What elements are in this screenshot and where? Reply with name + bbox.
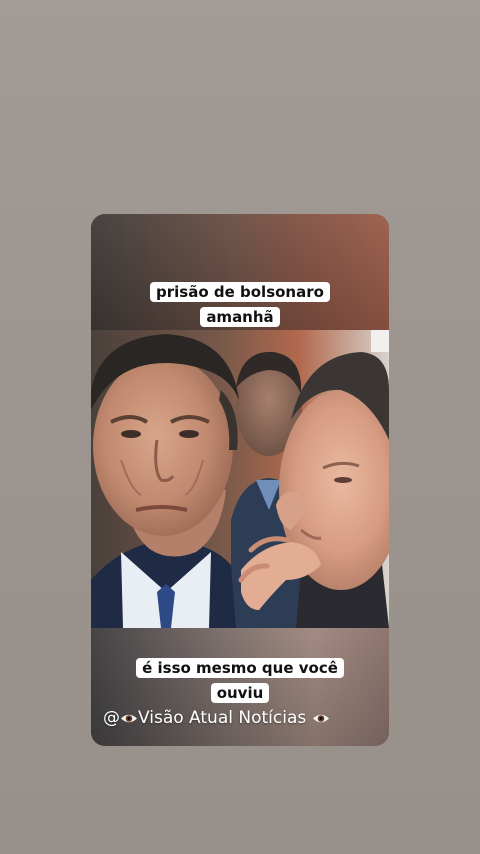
story-card[interactable]: prisão de bolsonaro amanhã é isso mesmo … [91,214,389,746]
caption-top-line1: prisão de bolsonaro [150,282,330,302]
eye-icon [312,713,330,724]
caption-top-line2: amanhã [200,307,280,327]
watermark-at: @ [103,708,120,728]
story-screen: prisão de bolsonaro amanhã é isso mesmo … [0,0,480,854]
news-photo [91,330,389,628]
eye-icon [120,713,138,724]
watermark: @ Visão Atual Notícias [103,708,330,728]
caption-top: prisão de bolsonaro amanhã [91,280,389,330]
watermark-text: Visão Atual Notícias [138,708,312,728]
caption-bottom-line2: ouviu [210,683,270,703]
caption-bottom-line1: é isso mesmo que você [136,658,344,678]
news-photo-illustration [91,330,389,628]
caption-bottom: é isso mesmo que você ouviu [91,656,389,706]
